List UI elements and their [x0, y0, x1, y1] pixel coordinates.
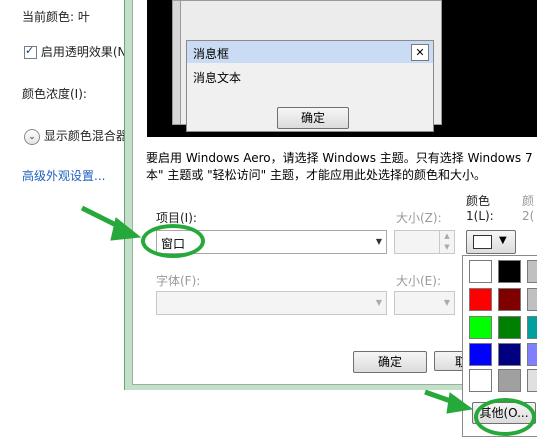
annotation-arrows	[80, 205, 474, 414]
arrow-other-head	[446, 392, 474, 414]
arrow-item-head	[110, 217, 142, 241]
